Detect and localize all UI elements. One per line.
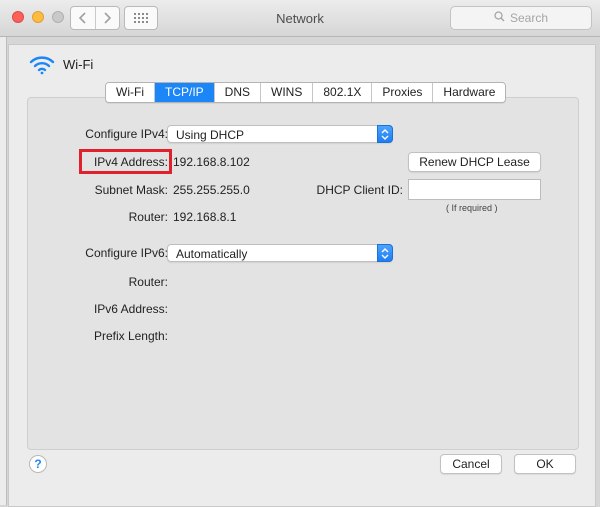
highlight-box: [79, 149, 172, 174]
help-button[interactable]: ?: [29, 455, 47, 473]
search-icon: [494, 11, 505, 25]
tab-wifi[interactable]: Wi-Fi: [106, 83, 155, 102]
background-window-edge: [0, 37, 7, 505]
title-bar: Network Search: [0, 0, 600, 37]
updown-arrows-icon: [377, 244, 393, 262]
configure-ipv4-select[interactable]: Using DHCP: [167, 125, 393, 143]
tab-proxies[interactable]: Proxies: [372, 83, 434, 102]
search-field[interactable]: Search: [450, 6, 592, 30]
search-placeholder: Search: [509, 11, 549, 25]
dhcp-client-id-label: DHCP Client ID:: [316, 183, 403, 197]
tab-bar: Wi-Fi TCP/IP DNS WINS 802.1X Proxies Har…: [105, 82, 507, 103]
renew-dhcp-lease-button[interactable]: Renew DHCP Lease: [408, 152, 541, 172]
updown-arrows-icon: [377, 125, 393, 143]
tab-tcpip[interactable]: TCP/IP: [154, 83, 215, 102]
configure-ipv6-select[interactable]: Automatically: [167, 244, 393, 262]
ipv6-router-label: Router:: [128, 275, 168, 289]
tab-hardware[interactable]: Hardware: [433, 83, 506, 102]
ipv4-router-label: Router:: [128, 210, 168, 224]
configure-ipv6-value: Automatically: [176, 247, 248, 261]
tab-dns[interactable]: DNS: [214, 83, 261, 102]
tab-wins[interactable]: WINS: [261, 83, 314, 102]
cancel-button[interactable]: Cancel: [440, 454, 502, 474]
advanced-sheet: Wi-Fi Wi-Fi TCP/IP DNS WINS 802.1X Proxi…: [8, 44, 596, 507]
ipv4-address-value: 192.168.8.102: [173, 155, 250, 169]
configure-ipv4-value: Using DHCP: [176, 128, 245, 142]
configure-ipv6-label: Configure IPv6:: [85, 246, 168, 260]
subnet-mask-value: 255.255.255.0: [173, 183, 250, 197]
question-mark-icon: ?: [34, 457, 42, 471]
configure-ipv4-label: Configure IPv4:: [85, 127, 168, 141]
prefix-length-label: Prefix Length:: [93, 329, 168, 343]
if-required-hint: ( If required ): [446, 203, 498, 213]
ipv4-router-value: 192.168.8.1: [173, 210, 237, 224]
dhcp-client-id-field[interactable]: [408, 179, 541, 200]
ipv6-address-label: IPv6 Address:: [93, 302, 168, 316]
tab-8021x[interactable]: 802.1X: [313, 83, 373, 102]
subnet-mask-label: Subnet Mask:: [94, 183, 168, 197]
ok-button[interactable]: OK: [514, 454, 576, 474]
wifi-icon: [29, 56, 55, 75]
service-name: Wi-Fi: [63, 57, 94, 72]
